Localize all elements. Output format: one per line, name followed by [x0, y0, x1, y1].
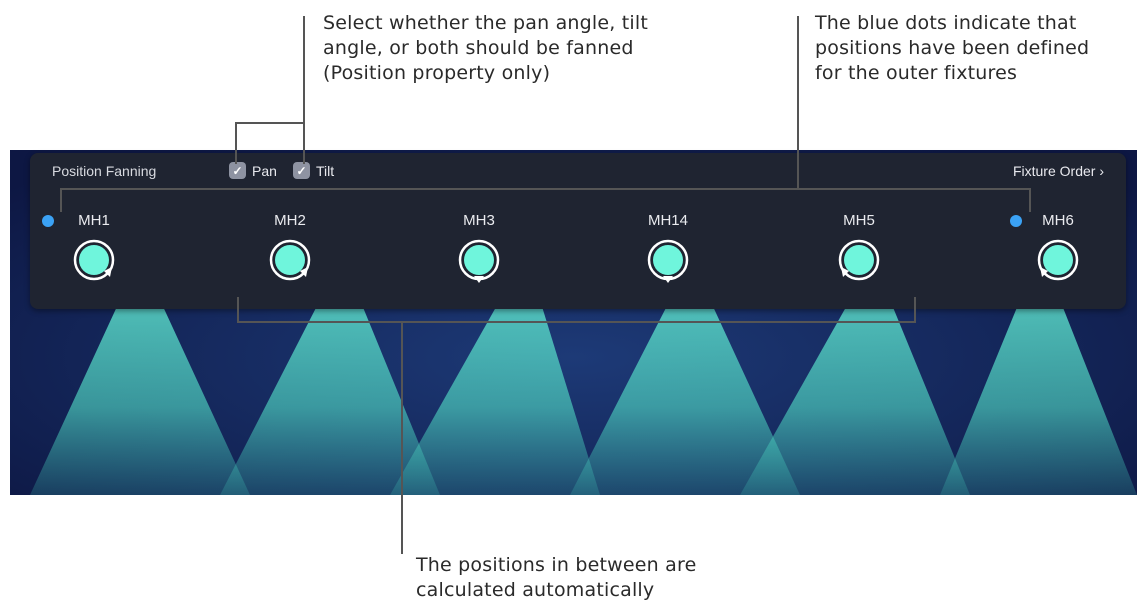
panel-title: Position Fanning: [52, 163, 157, 179]
pan-checkbox[interactable]: ✓ Pan: [229, 162, 277, 179]
callout-connector: [1029, 188, 1031, 212]
fixture-name: MH1: [78, 212, 110, 229]
callout-connector: [237, 321, 916, 323]
callout-line: calculated automatically: [416, 579, 655, 601]
callout-connector: [237, 297, 239, 323]
callout-blue-dots: The blue dots indicate that positions ha…: [815, 11, 1089, 86]
callout-connector: [797, 16, 799, 189]
position-knob[interactable]: [1035, 237, 1081, 283]
callout-line: Select whether the pan angle, tilt: [323, 12, 649, 34]
callout-line: The blue dots indicate that: [815, 12, 1077, 34]
fixture-name: MH6: [1042, 212, 1074, 229]
callout-line: (Position property only): [323, 62, 551, 84]
fixture-mh1[interactable]: MH1: [42, 212, 144, 302]
position-defined-dot: [1010, 215, 1022, 227]
fixture-name: MH3: [463, 212, 495, 229]
callout-line: positions have been defined: [815, 37, 1090, 59]
callout-connector: [235, 122, 237, 164]
fixture-mh5[interactable]: MH5: [809, 212, 909, 302]
position-knob[interactable]: [836, 237, 882, 283]
callout-connector: [60, 188, 1031, 190]
position-knob[interactable]: [71, 237, 117, 283]
callout-interpolated: The positions in between are calculated …: [416, 553, 696, 603]
callout-line: for the outer fixtures: [815, 62, 1018, 84]
checkmark-icon: ✓: [293, 162, 310, 179]
callout-connector: [60, 188, 62, 212]
fixture-order-button[interactable]: Fixture Order ›: [1013, 163, 1104, 179]
position-knob[interactable]: [456, 237, 502, 283]
tilt-label: Tilt: [316, 162, 335, 179]
callout-line: angle, or both should be fanned: [323, 37, 634, 59]
fixture-order-label: Fixture Order: [1012, 163, 1096, 179]
callout-connector: [303, 122, 305, 164]
position-fanning-panel: Position Fanning ✓ Pan ✓ Tilt Fixture Or…: [30, 153, 1126, 309]
callout-line: The positions in between are: [416, 554, 697, 576]
position-knob[interactable]: [645, 237, 691, 283]
position-knob[interactable]: [267, 237, 313, 283]
pan-label: Pan: [252, 162, 277, 179]
fixture-name: MH5: [843, 212, 875, 229]
callout-fanning-axis: Select whether the pan angle, tilt angle…: [323, 11, 648, 86]
callout-connector: [914, 297, 916, 323]
fixture-name: MH14: [647, 212, 688, 229]
fixture-mh6[interactable]: MH6: [1008, 212, 1108, 302]
callout-connector: [401, 321, 403, 554]
checkmark-icon: ✓: [229, 162, 246, 179]
chevron-right-icon: ›: [1099, 163, 1104, 179]
callout-connector: [303, 16, 305, 123]
fixture-mh2[interactable]: MH2: [240, 212, 340, 302]
fixture-mh14[interactable]: MH14: [618, 212, 718, 302]
position-defined-dot: [42, 215, 54, 227]
tilt-checkbox[interactable]: ✓ Tilt: [293, 162, 334, 179]
callout-connector: [235, 122, 305, 124]
fixture-name: MH2: [274, 212, 306, 229]
fixture-mh3[interactable]: MH3: [429, 212, 529, 302]
